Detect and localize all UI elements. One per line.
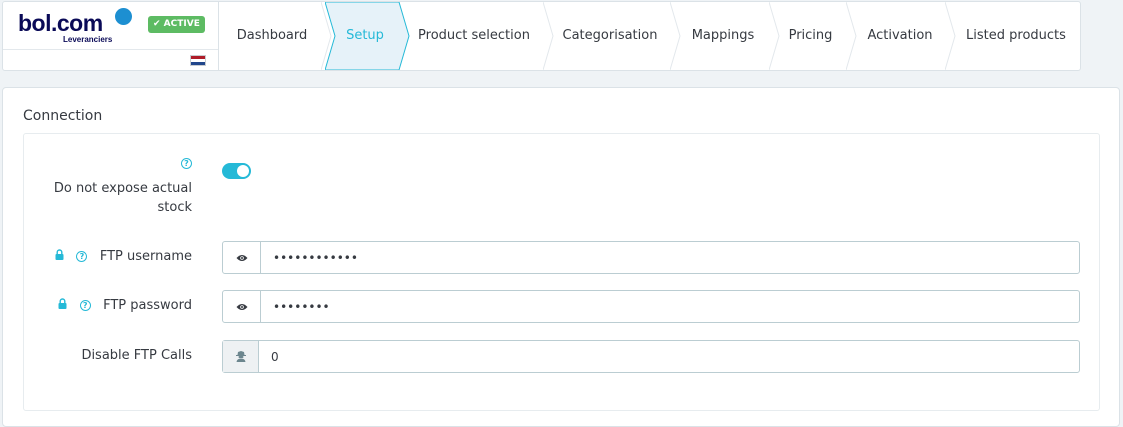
lock-icon (55, 249, 64, 260)
ftp-username-input[interactable] (261, 242, 1079, 273)
bol-logo-text: bol.com (18, 10, 103, 36)
stock-toggle-label-line2: stock (157, 200, 193, 215)
netherlands-flag-icon[interactable] (190, 55, 206, 66)
tab-setup[interactable]: Setup (325, 2, 410, 70)
panel-title: Connection (23, 108, 103, 124)
tab-label: Categorisation (562, 28, 658, 43)
show-password-button[interactable] (223, 291, 261, 322)
bol-logo-mark-icon (115, 8, 132, 25)
disable-ftp-field (222, 340, 1080, 373)
connection-panel: Connection ? Do not expose actual stock … (2, 87, 1120, 427)
tab-categorisation[interactable]: Categorisation (550, 2, 681, 70)
tab-label: Mappings (691, 28, 755, 43)
tab-pricing[interactable]: Pricing (777, 2, 857, 70)
ftp-username-label: FTP username (99, 249, 192, 264)
question-circle-icon[interactable]: ? (79, 300, 91, 311)
tab-label: Pricing (788, 28, 833, 43)
ftp-password-label: FTP password (103, 298, 192, 313)
lock-icon (58, 298, 67, 309)
do-not-expose-stock-toggle[interactable] (222, 163, 251, 179)
show-username-button[interactable] (223, 242, 261, 273)
ftp-username-field (222, 241, 1080, 274)
bol-logo-subtitle: Leveranciers (63, 35, 113, 44)
tab-mappings[interactable]: Mappings (678, 2, 780, 70)
tab-label: Activation (867, 28, 933, 43)
stock-toggle-label: Do not expose actual stock (54, 179, 192, 217)
disable-ftp-input[interactable] (259, 341, 1077, 372)
stock-toggle-label-line1: Do not expose actual (53, 181, 192, 196)
eye-icon (236, 303, 247, 310)
tab-activation[interactable]: Activation (855, 2, 956, 70)
question-circle-icon[interactable]: ? (76, 251, 88, 262)
tab-product-selection[interactable]: Product selection (405, 2, 554, 70)
active-status-badge: ✔ ACTIVE (148, 16, 205, 33)
brand-area: bol.com Leveranciers ✔ ACTIVE (3, 2, 219, 70)
tab-label: Product selection (418, 28, 530, 43)
question-circle-icon[interactable]: ? (181, 158, 192, 169)
user-secret-icon (235, 351, 246, 362)
ftp-password-input[interactable] (261, 291, 1079, 322)
disable-ftp-label: Disable FTP Calls (81, 348, 192, 363)
connection-form: ? Do not expose actual stock ? FTP usern… (23, 133, 1100, 411)
tab-label: Dashboard (236, 28, 308, 43)
ftp-username-label-row: ? FTP username (55, 247, 192, 266)
tab-label: Listed products (966, 28, 1066, 43)
stock-help: ? (181, 154, 192, 173)
user-secret-addon (223, 341, 259, 372)
tab-label: Setup (346, 28, 384, 43)
brand-divider (3, 49, 218, 50)
ftp-password-label-row: ? FTP password (58, 296, 192, 315)
tab-listed-products[interactable]: Listed products (953, 2, 1079, 70)
tab-dashboard[interactable]: Dashboard (220, 2, 332, 70)
ftp-password-field (222, 290, 1080, 323)
module-header: bol.com Leveranciers ✔ ACTIVE Dashboard … (2, 1, 1081, 71)
eye-icon (236, 254, 247, 261)
